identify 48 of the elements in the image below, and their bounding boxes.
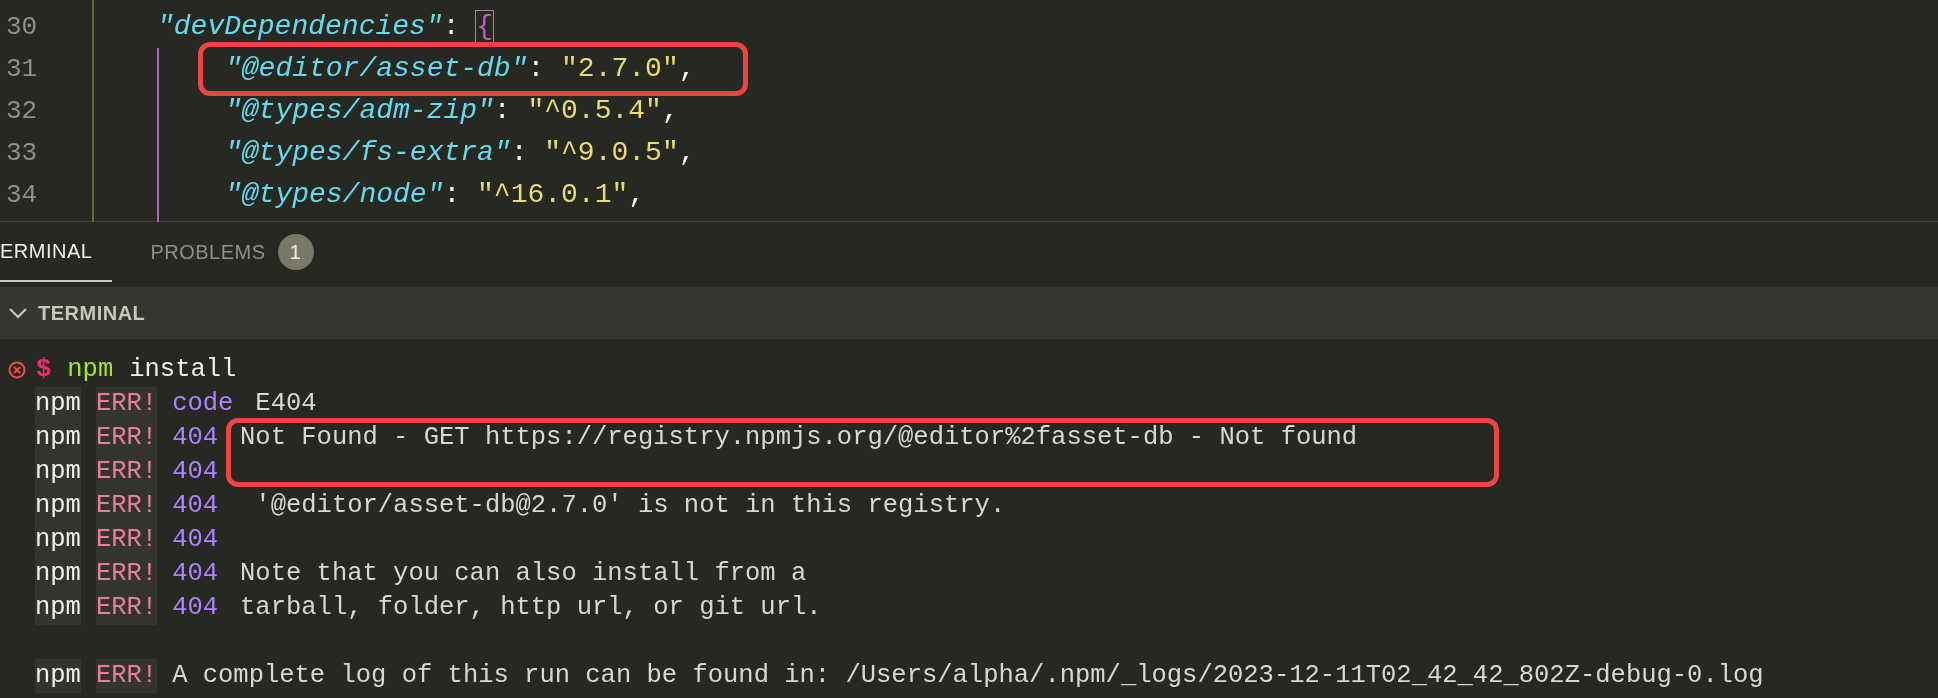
error-tag: ERR! — [95, 523, 158, 557]
panel-tab[interactable]: PROBLEMS — [146, 222, 266, 282]
code-line: "@types/adm-zip": "^0.5.4", — [225, 95, 679, 127]
command-text: npm — [67, 354, 114, 386]
error-tag: ERR! — [95, 659, 158, 693]
error-code: 404 — [172, 592, 219, 624]
error-tag: ERR! — [95, 591, 158, 625]
code-line: "@editor/asset-db": "2.7.0", — [225, 53, 696, 85]
terminal-header: TERMINAL — [38, 301, 146, 326]
output-text: npm — [35, 489, 81, 523]
line-number: 31 — [5, 53, 39, 86]
error-code: code — [172, 388, 234, 420]
line-number: 33 — [5, 137, 39, 170]
output-text: E404 — [255, 388, 317, 420]
code-line: "@types/node": "^16.0.1", — [225, 179, 646, 211]
line-number: 34 — [5, 179, 39, 212]
error-tag: ERR! — [95, 421, 158, 455]
prompt-symbol: $ — [36, 354, 52, 386]
panel-tab[interactable]: ERMINAL — [0, 222, 113, 282]
output-text: npm — [35, 591, 81, 625]
output-text: npm — [35, 659, 81, 693]
line-number: 32 — [5, 95, 39, 128]
error-code: 404 — [172, 558, 219, 590]
line-number: 30 — [5, 11, 39, 44]
output-text: Not Found - GET https://registry.npmjs.org/@editor%2fasset-db - Not found — [240, 422, 1358, 454]
output-text: A complete log of this run can be found in: /Users/alpha/.npm/_logs/2023-12-11T02_42_42_802Z-debug-0.log — [172, 660, 1764, 692]
error-code: 404 — [172, 456, 219, 488]
error-tag: ERR! — [95, 557, 158, 591]
output-text: npm — [35, 455, 81, 489]
error-tag: ERR! — [95, 455, 158, 489]
output-text: npm — [35, 557, 81, 591]
code-line: "devDependencies": { — [157, 11, 494, 43]
error-code: 404 — [172, 422, 219, 454]
chevron-down-icon[interactable] — [8, 306, 28, 320]
error-code: 404 — [172, 490, 219, 522]
count-badge: 1 — [277, 234, 314, 270]
error-tag: ERR! — [95, 387, 158, 421]
output-text: Note that you can also install from a — [240, 558, 807, 590]
output-text: npm — [35, 421, 81, 455]
command-text: install — [129, 354, 237, 386]
code-line: "@types/fs-extra": "^9.0.5", — [225, 137, 696, 169]
error-tag: ERR! — [95, 489, 158, 523]
output-text: tarball, folder, http url, or git url. — [240, 592, 822, 624]
output-text: '@editor/asset-db@2.7.0' is not in this registry. — [254, 490, 1006, 522]
error-icon — [8, 361, 26, 379]
output-text: npm — [35, 387, 81, 421]
error-code: 404 — [172, 524, 219, 556]
output-text: npm — [35, 523, 81, 557]
